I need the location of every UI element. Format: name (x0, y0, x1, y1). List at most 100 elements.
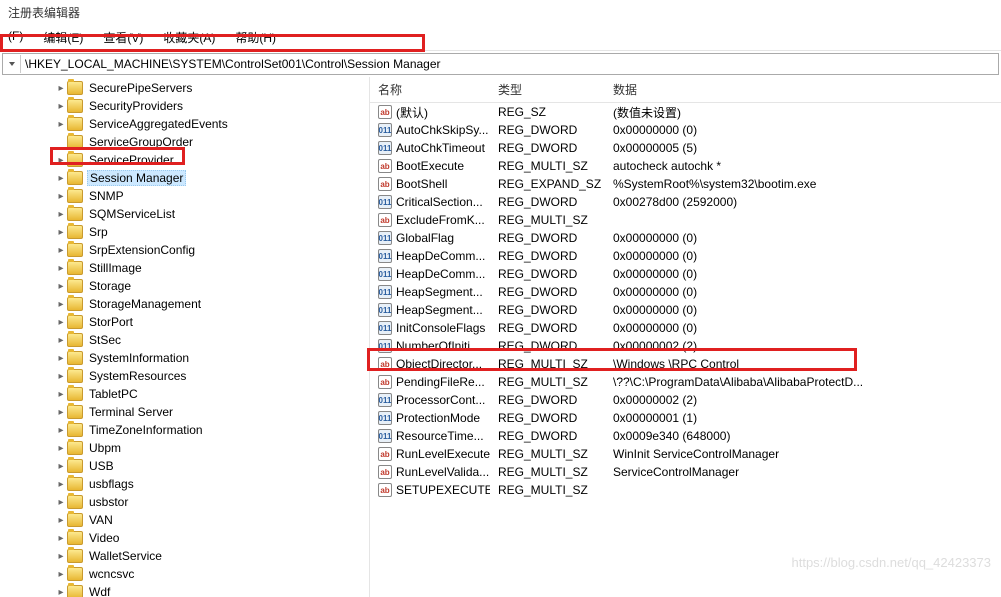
menu-item[interactable]: 收藏夹(A) (159, 27, 219, 48)
tree-item-label: ServiceGroupOrder (87, 135, 195, 149)
chevron-right-icon[interactable]: ▸ (55, 587, 67, 597)
list-row[interactable]: 011NumberOfIniti...REG_DWORD0x00000002 (… (370, 337, 1001, 355)
col-header-name[interactable]: 名称 (370, 77, 490, 102)
list-row[interactable]: 011HeapSegment...REG_DWORD0x00000000 (0) (370, 301, 1001, 319)
chevron-right-icon[interactable]: ▸ (55, 479, 67, 490)
list-row[interactable]: 011ProtectionModeREG_DWORD0x00000001 (1) (370, 409, 1001, 427)
tree-item[interactable]: ▸wcncsvc (0, 565, 369, 583)
chevron-right-icon[interactable]: ▸ (55, 551, 67, 562)
chevron-right-icon[interactable]: ▸ (55, 497, 67, 508)
chevron-right-icon[interactable]: ▸ (55, 335, 67, 346)
tree-item[interactable]: ▸usbstor (0, 493, 369, 511)
list-row[interactable]: 011AutoChkTimeoutREG_DWORD0x00000005 (5) (370, 139, 1001, 157)
tree-item[interactable]: ▸SrpExtensionConfig (0, 241, 369, 259)
tree-item[interactable]: ▸Wdf (0, 583, 369, 597)
col-header-type[interactable]: 类型 (490, 77, 605, 102)
list-row[interactable]: abBootExecuteREG_MULTI_SZautocheck autoc… (370, 157, 1001, 175)
chevron-right-icon[interactable]: ▸ (55, 425, 67, 436)
address-input[interactable] (21, 55, 998, 73)
tree-item[interactable]: ▸usbflags (0, 475, 369, 493)
cell-data: WinInit ServiceControlManager (605, 447, 1001, 461)
tree-item[interactable]: ▸StSec (0, 331, 369, 349)
chevron-right-icon[interactable]: ▸ (55, 83, 67, 94)
tree-item[interactable]: ▸StorageManagement (0, 295, 369, 313)
list-panel[interactable]: 名称 类型 数据 ab(默认)REG_SZ(数值未设置)011AutoChkSk… (370, 77, 1001, 597)
tree-item[interactable]: ▸SNMP (0, 187, 369, 205)
tree-item[interactable]: ▸Session Manager (0, 169, 369, 187)
tree-item[interactable]: ▸TimeZoneInformation (0, 421, 369, 439)
chevron-right-icon[interactable]: ▸ (55, 245, 67, 256)
reg-dword-icon: 011 (378, 339, 392, 353)
list-row[interactable]: ab(默认)REG_SZ(数值未设置) (370, 103, 1001, 121)
chevron-right-icon[interactable]: ▸ (55, 101, 67, 112)
chevron-right-icon[interactable]: ▸ (55, 281, 67, 292)
list-row[interactable]: 011GlobalFlagREG_DWORD0x00000000 (0) (370, 229, 1001, 247)
tree-item[interactable]: ▸StorPort (0, 313, 369, 331)
tree-item[interactable]: ▸VAN (0, 511, 369, 529)
menu-item[interactable]: 查看(V) (99, 27, 147, 48)
list-row[interactable]: abRunLevelValida...REG_MULTI_SZServiceCo… (370, 463, 1001, 481)
chevron-right-icon[interactable]: ▸ (55, 227, 67, 238)
tree-item[interactable]: ▸ServiceAggregatedEvents (0, 115, 369, 133)
chevron-right-icon[interactable]: ▸ (55, 119, 67, 130)
chevron-right-icon[interactable]: ▸ (55, 353, 67, 364)
chevron-right-icon[interactable]: ▸ (55, 515, 67, 526)
list-row[interactable]: abRunLevelExecuteREG_MULTI_SZWinInit Ser… (370, 445, 1001, 463)
list-row[interactable]: abSETUPEXECUTEREG_MULTI_SZ (370, 481, 1001, 499)
tree-item[interactable]: ServiceGroupOrder (0, 133, 369, 151)
chevron-right-icon[interactable]: ▸ (55, 533, 67, 544)
list-row[interactable]: 011InitConsoleFlagsREG_DWORD0x00000000 (… (370, 319, 1001, 337)
chevron-right-icon[interactable]: ▸ (55, 263, 67, 274)
tree-item[interactable]: ▸Video (0, 529, 369, 547)
tree-item[interactable]: ▸Storage (0, 277, 369, 295)
list-row[interactable]: abPendingFileRe...REG_MULTI_SZ\??\C:\Pro… (370, 373, 1001, 391)
tree-item[interactable]: ▸SQMServiceList (0, 205, 369, 223)
list-row[interactable]: 011HeapDeComm...REG_DWORD0x00000000 (0) (370, 265, 1001, 283)
chevron-right-icon[interactable]: ▸ (55, 317, 67, 328)
menu-item[interactable]: 帮助(H) (231, 27, 280, 48)
tree-item[interactable]: ▸TabletPC (0, 385, 369, 403)
chevron-right-icon[interactable]: ▸ (55, 389, 67, 400)
menu-item[interactable]: (F) (4, 27, 27, 48)
chevron-right-icon[interactable]: ▸ (55, 461, 67, 472)
chevron-right-icon[interactable]: ▸ (55, 209, 67, 220)
chevron-right-icon[interactable]: ▸ (55, 443, 67, 454)
tree-item[interactable]: ▸Srp (0, 223, 369, 241)
tree-panel[interactable]: ▸SecurePipeServers▸SecurityProviders▸Ser… (0, 77, 370, 597)
list-row[interactable]: 011ResourceTime...REG_DWORD0x0009e340 (6… (370, 427, 1001, 445)
tree-item[interactable]: ▸SecurePipeServers (0, 79, 369, 97)
list-row[interactable]: abExcludeFromK...REG_MULTI_SZ (370, 211, 1001, 229)
chevron-right-icon[interactable]: ▸ (55, 407, 67, 418)
tree-item[interactable]: ▸SystemResources (0, 367, 369, 385)
cell-type: REG_DWORD (490, 231, 605, 245)
list-row[interactable]: 011ProcessorCont...REG_DWORD0x00000002 (… (370, 391, 1001, 409)
chevron-right-icon[interactable]: ▸ (55, 569, 67, 580)
list-row[interactable]: abBootShellREG_EXPAND_SZ%SystemRoot%\sys… (370, 175, 1001, 193)
chevron-right-icon[interactable]: ▸ (55, 155, 67, 166)
list-row[interactable]: abObjectDirector...REG_MULTI_SZ\Windows … (370, 355, 1001, 373)
list-row[interactable]: 011HeapSegment...REG_DWORD0x00000000 (0) (370, 283, 1001, 301)
tree-item[interactable]: ▸StillImage (0, 259, 369, 277)
cell-name: 011CriticalSection... (370, 195, 490, 209)
window-title: 注册表编辑器 (0, 0, 1001, 25)
list-row[interactable]: 011AutoChkSkipSy...REG_DWORD0x00000000 (… (370, 121, 1001, 139)
tree-item[interactable]: ▸Terminal Server (0, 403, 369, 421)
tree-item[interactable]: ▸WalletService (0, 547, 369, 565)
reg-string-icon: ab (378, 159, 392, 173)
tree-item[interactable]: ▸SystemInformation (0, 349, 369, 367)
chevron-right-icon[interactable]: ▸ (55, 191, 67, 202)
list-row[interactable]: 011CriticalSection...REG_DWORD0x00278d00… (370, 193, 1001, 211)
address-bar[interactable] (2, 53, 999, 75)
address-dropdown-icon[interactable] (3, 55, 21, 73)
tree-item[interactable]: ▸ServiceProvider (0, 151, 369, 169)
folder-icon (67, 369, 83, 383)
tree-item[interactable]: ▸SecurityProviders (0, 97, 369, 115)
menu-item[interactable]: 编辑(E) (39, 27, 87, 48)
tree-item[interactable]: ▸USB (0, 457, 369, 475)
tree-item[interactable]: ▸Ubpm (0, 439, 369, 457)
list-row[interactable]: 011HeapDeComm...REG_DWORD0x00000000 (0) (370, 247, 1001, 265)
chevron-right-icon[interactable]: ▸ (55, 173, 67, 184)
chevron-right-icon[interactable]: ▸ (55, 299, 67, 310)
col-header-data[interactable]: 数据 (605, 77, 1001, 102)
chevron-right-icon[interactable]: ▸ (55, 371, 67, 382)
